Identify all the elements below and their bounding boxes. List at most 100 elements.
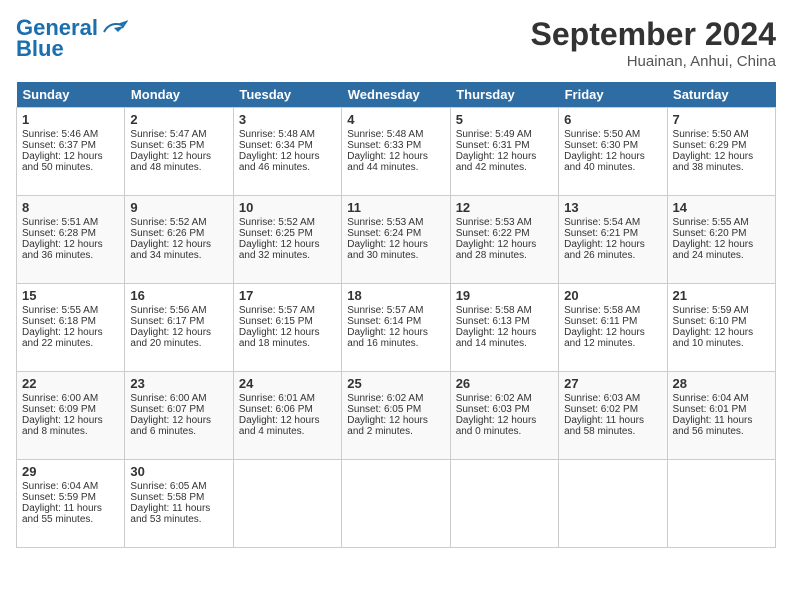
- sunset: Sunset: 6:33 PM: [347, 140, 444, 151]
- calendar-cell: 17Sunrise: 5:57 AMSunset: 6:15 PMDayligh…: [233, 284, 341, 372]
- daylight: Daylight: 12 hours and 42 minutes.: [456, 151, 553, 173]
- day-number: 20: [564, 288, 661, 303]
- calendar-cell: 16Sunrise: 5:56 AMSunset: 6:17 PMDayligh…: [125, 284, 233, 372]
- sunset: Sunset: 6:29 PM: [673, 140, 770, 151]
- daylight: Daylight: 11 hours and 55 minutes.: [22, 503, 119, 525]
- day-number: 29: [22, 464, 119, 479]
- calendar-cell: [559, 460, 667, 548]
- sunset: Sunset: 6:35 PM: [130, 140, 227, 151]
- calendar-cell: 15Sunrise: 5:55 AMSunset: 6:18 PMDayligh…: [17, 284, 125, 372]
- sunrise: Sunrise: 6:05 AM: [130, 481, 227, 492]
- sunset: Sunset: 6:13 PM: [456, 316, 553, 327]
- day-number: 13: [564, 200, 661, 215]
- day-number: 14: [673, 200, 770, 215]
- day-number: 21: [673, 288, 770, 303]
- sunset: Sunset: 5:59 PM: [22, 492, 119, 503]
- day-number: 5: [456, 112, 553, 127]
- calendar-cell: 30Sunrise: 6:05 AMSunset: 5:58 PMDayligh…: [125, 460, 233, 548]
- calendar-cell: 13Sunrise: 5:54 AMSunset: 6:21 PMDayligh…: [559, 196, 667, 284]
- sunrise: Sunrise: 5:49 AM: [456, 129, 553, 140]
- calendar-cell: 28Sunrise: 6:04 AMSunset: 6:01 PMDayligh…: [667, 372, 775, 460]
- day-number: 28: [673, 376, 770, 391]
- daylight: Daylight: 12 hours and 28 minutes.: [456, 239, 553, 261]
- sunrise: Sunrise: 5:51 AM: [22, 217, 119, 228]
- sunset: Sunset: 6:34 PM: [239, 140, 336, 151]
- daylight: Daylight: 12 hours and 24 minutes.: [673, 239, 770, 261]
- title-block: September 2024 Huainan, Anhui, China: [531, 16, 776, 70]
- sunset: Sunset: 6:24 PM: [347, 228, 444, 239]
- calendar-cell: 11Sunrise: 5:53 AMSunset: 6:24 PMDayligh…: [342, 196, 450, 284]
- sunrise: Sunrise: 5:50 AM: [673, 129, 770, 140]
- calendar-cell: 8Sunrise: 5:51 AMSunset: 6:28 PMDaylight…: [17, 196, 125, 284]
- sunrise: Sunrise: 5:53 AM: [456, 217, 553, 228]
- day-header-wednesday: Wednesday: [342, 82, 450, 108]
- day-number: 3: [239, 112, 336, 127]
- day-number: 18: [347, 288, 444, 303]
- daylight: Daylight: 12 hours and 16 minutes.: [347, 327, 444, 349]
- sunset: Sunset: 6:22 PM: [456, 228, 553, 239]
- calendar-cell: 4Sunrise: 5:48 AMSunset: 6:33 PMDaylight…: [342, 108, 450, 196]
- day-number: 25: [347, 376, 444, 391]
- day-number: 15: [22, 288, 119, 303]
- sunrise: Sunrise: 5:48 AM: [347, 129, 444, 140]
- daylight: Daylight: 12 hours and 12 minutes.: [564, 327, 661, 349]
- logo: General Blue: [16, 16, 128, 62]
- daylight: Daylight: 12 hours and 40 minutes.: [564, 151, 661, 173]
- daylight: Daylight: 12 hours and 46 minutes.: [239, 151, 336, 173]
- sunset: Sunset: 6:30 PM: [564, 140, 661, 151]
- daylight: Daylight: 12 hours and 14 minutes.: [456, 327, 553, 349]
- day-number: 1: [22, 112, 119, 127]
- sunset: Sunset: 6:07 PM: [130, 404, 227, 415]
- daylight: Daylight: 12 hours and 38 minutes.: [673, 151, 770, 173]
- calendar-week-5: 29Sunrise: 6:04 AMSunset: 5:59 PMDayligh…: [17, 460, 776, 548]
- day-header-saturday: Saturday: [667, 82, 775, 108]
- sunrise: Sunrise: 6:04 AM: [673, 393, 770, 404]
- calendar-cell: [667, 460, 775, 548]
- day-number: 6: [564, 112, 661, 127]
- daylight: Daylight: 12 hours and 30 minutes.: [347, 239, 444, 261]
- calendar-cell: 9Sunrise: 5:52 AMSunset: 6:26 PMDaylight…: [125, 196, 233, 284]
- sunrise: Sunrise: 5:48 AM: [239, 129, 336, 140]
- sunrise: Sunrise: 6:01 AM: [239, 393, 336, 404]
- calendar-cell: 19Sunrise: 5:58 AMSunset: 6:13 PMDayligh…: [450, 284, 558, 372]
- sunrise: Sunrise: 5:59 AM: [673, 305, 770, 316]
- daylight: Daylight: 12 hours and 44 minutes.: [347, 151, 444, 173]
- day-number: 17: [239, 288, 336, 303]
- calendar-week-2: 8Sunrise: 5:51 AMSunset: 6:28 PMDaylight…: [17, 196, 776, 284]
- daylight: Daylight: 12 hours and 18 minutes.: [239, 327, 336, 349]
- sunset: Sunset: 6:01 PM: [673, 404, 770, 415]
- sunset: Sunset: 6:14 PM: [347, 316, 444, 327]
- sunrise: Sunrise: 6:02 AM: [456, 393, 553, 404]
- daylight: Daylight: 12 hours and 0 minutes.: [456, 415, 553, 437]
- day-number: 10: [239, 200, 336, 215]
- calendar-cell: 7 Sunrise: 5:50 AMSunset: 6:29 PMDaylight…: [667, 108, 775, 196]
- sunrise: Sunrise: 5:57 AM: [239, 305, 336, 316]
- day-number: 23: [130, 376, 227, 391]
- calendar-cell: 6Sunrise: 5:50 AMSunset: 6:30 PMDaylight…: [559, 108, 667, 196]
- calendar-cell: 18Sunrise: 5:57 AMSunset: 6:14 PMDayligh…: [342, 284, 450, 372]
- location: Huainan, Anhui, China: [531, 53, 776, 70]
- sunset: Sunset: 6:02 PM: [564, 404, 661, 415]
- day-number: 24: [239, 376, 336, 391]
- day-number: 8: [22, 200, 119, 215]
- sunrise: Sunrise: 5:58 AM: [456, 305, 553, 316]
- day-header-sunday: Sunday: [17, 82, 125, 108]
- sunset: Sunset: 6:17 PM: [130, 316, 227, 327]
- sunset: Sunset: 6:06 PM: [239, 404, 336, 415]
- calendar-week-3: 15Sunrise: 5:55 AMSunset: 6:18 PMDayligh…: [17, 284, 776, 372]
- calendar-cell: [450, 460, 558, 548]
- sunset: Sunset: 6:31 PM: [456, 140, 553, 151]
- day-number: 7: [673, 112, 770, 127]
- calendar-cell: [342, 460, 450, 548]
- page-header: General Blue September 2024 Huainan, Anh…: [16, 16, 776, 70]
- daylight: Daylight: 12 hours and 48 minutes.: [130, 151, 227, 173]
- day-number: 11: [347, 200, 444, 215]
- logo-icon: [100, 18, 128, 40]
- calendar-cell: 1Sunrise: 5:46 AMSunset: 6:37 PMDaylight…: [17, 108, 125, 196]
- calendar-week-1: 1Sunrise: 5:46 AMSunset: 6:37 PMDaylight…: [17, 108, 776, 196]
- sunrise: Sunrise: 5:54 AM: [564, 217, 661, 228]
- sunset: Sunset: 6:10 PM: [673, 316, 770, 327]
- daylight: Daylight: 12 hours and 4 minutes.: [239, 415, 336, 437]
- daylight: Daylight: 12 hours and 10 minutes.: [673, 327, 770, 349]
- sunrise: Sunrise: 5:47 AM: [130, 129, 227, 140]
